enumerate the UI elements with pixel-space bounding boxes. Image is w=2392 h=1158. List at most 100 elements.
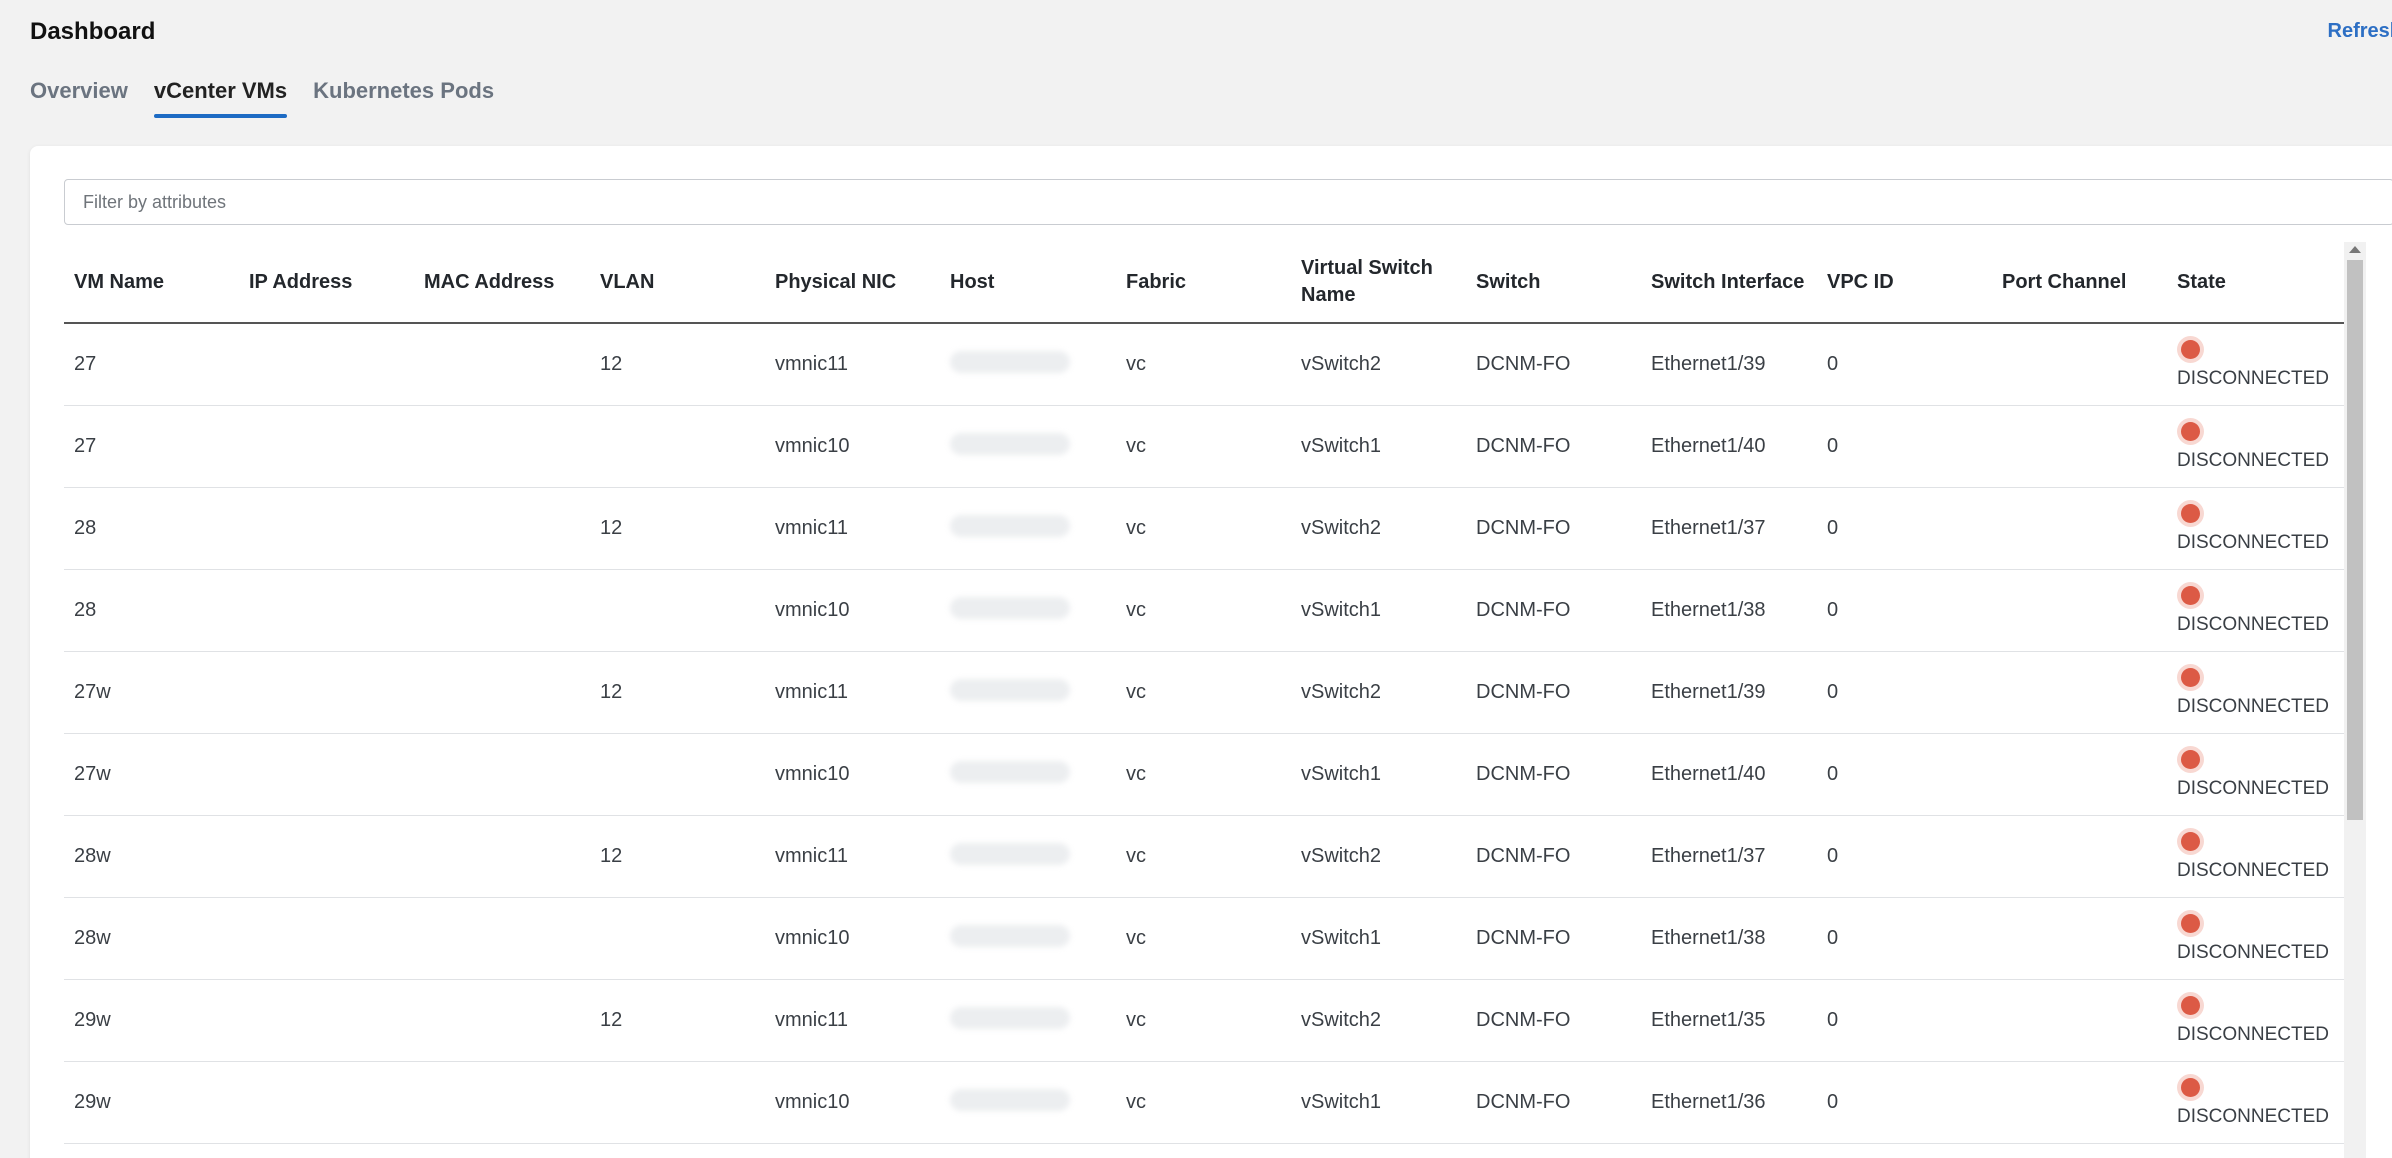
chevron-up-icon[interactable] — [2349, 246, 2361, 253]
fabric-cell: vc — [1116, 979, 1291, 1062]
column-header[interactable]: Fabric — [1116, 242, 1291, 324]
status-dot-icon — [2181, 339, 2200, 359]
switch-cell: DCNM-FO — [1466, 569, 1641, 652]
vlan-cell: 12 — [590, 979, 765, 1062]
column-header[interactable]: Switch — [1466, 242, 1641, 324]
virtual-switch-cell: vSwitch2 — [1291, 815, 1466, 898]
vpc-id-cell: 0 — [1817, 323, 1992, 406]
table-row[interactable]: 27w 12 vmnic11 vc vSwitch2 DCNM-FO Ethernet1/3… — [64, 651, 2344, 734]
port-channel-cell — [1992, 733, 2167, 816]
table-row[interactable]: 29w 12 vmnic11 vc vSwitch2 DCNM-FO Ethernet1/3… — [64, 979, 2344, 1062]
state-label: DISCONNECTED — [2177, 367, 2330, 389]
state-cell: DISCONNECTED — [2167, 487, 2344, 570]
virtual-switch-cell: vSwitch1 — [1291, 405, 1466, 488]
fabric-cell: vc — [1116, 897, 1291, 980]
table-row[interactable]: 27w vmnic10 vc vSwitch1 DCNM-FO Ethernet1/40 0… — [64, 733, 2344, 816]
fabric-cell: vc — [1116, 569, 1291, 652]
table-body: 27 12 vmnic11 vc vSwitch2 DCNM-FO Ethernet1/39… — [64, 323, 2344, 1144]
table-row[interactable]: 28 vmnic10 vc vSwitch1 DCNM-FO Ethernet1/38 0 D… — [64, 569, 2344, 652]
port-channel-cell — [1992, 1061, 2167, 1144]
table-row[interactable]: 27 12 vmnic11 vc vSwitch2 DCNM-FO Ethernet1/39… — [64, 323, 2344, 406]
fabric-cell: vc — [1116, 1061, 1291, 1144]
switch-interface-cell: Ethernet1/36 — [1641, 1061, 1817, 1144]
physical-nic-cell: vmnic10 — [765, 569, 940, 652]
mac-address-cell — [414, 815, 590, 898]
port-channel-cell — [1992, 651, 2167, 734]
state-label: DISCONNECTED — [2177, 777, 2330, 799]
status-dot-icon — [2181, 667, 2200, 687]
port-channel-cell — [1992, 897, 2167, 980]
content-card: VM NameIP AddressMAC AddressVLANPhysical… — [30, 146, 2392, 1158]
ip-address-cell — [239, 979, 414, 1062]
virtual-switch-cell: vSwitch2 — [1291, 487, 1466, 570]
redacted-host-value — [950, 1088, 1070, 1111]
status-dot-icon — [2181, 421, 2200, 441]
ip-address-cell — [239, 323, 414, 406]
virtual-switch-cell: vSwitch2 — [1291, 651, 1466, 734]
column-header[interactable]: IP Address — [239, 242, 414, 324]
tab-vcenter-vms[interactable]: vCenter VMs — [153, 74, 288, 118]
status-dot-icon — [2181, 831, 2200, 851]
ip-address-cell — [239, 569, 414, 652]
filter-input[interactable] — [64, 179, 2392, 225]
scrollbar-thumb[interactable] — [2347, 260, 2363, 820]
table-row[interactable]: 29w vmnic10 vc vSwitch1 DCNM-FO Ethernet1/36 0… — [64, 1061, 2344, 1144]
fabric-cell: vc — [1116, 487, 1291, 570]
port-channel-cell — [1992, 569, 2167, 652]
switch-interface-cell: Ethernet1/38 — [1641, 897, 1817, 980]
refresh-button[interactable]: Refresh — [2328, 20, 2392, 43]
table-row[interactable]: 28 12 vmnic11 vc vSwitch2 DCNM-FO Ethernet1/37… — [64, 487, 2344, 570]
column-header[interactable]: Host — [940, 242, 1116, 324]
table-row[interactable]: 28w 12 vmnic11 vc vSwitch2 DCNM-FO Ethernet1/3… — [64, 815, 2344, 898]
vpc-id-cell: 0 — [1817, 979, 1992, 1062]
column-header[interactable]: VPC ID — [1817, 242, 1992, 324]
state-label: DISCONNECTED — [2177, 1023, 2330, 1045]
column-header[interactable]: VM Name — [64, 242, 239, 324]
host-cell — [940, 487, 1116, 570]
physical-nic-cell: vmnic10 — [765, 405, 940, 488]
physical-nic-cell: vmnic11 — [765, 323, 940, 406]
host-cell — [940, 979, 1116, 1062]
physical-nic-cell: vmnic10 — [765, 897, 940, 980]
virtual-switch-cell: vSwitch1 — [1291, 733, 1466, 816]
physical-nic-cell: vmnic10 — [765, 1061, 940, 1144]
vpc-id-cell: 0 — [1817, 651, 1992, 734]
redacted-host-value — [950, 514, 1070, 537]
switch-cell: DCNM-FO — [1466, 651, 1641, 734]
tab-kubernetes-pods[interactable]: Kubernetes Pods — [313, 74, 494, 118]
column-header[interactable]: VLAN — [590, 242, 765, 324]
column-header[interactable]: Port Channel — [1992, 242, 2167, 324]
column-header[interactable]: State — [2167, 242, 2344, 324]
column-header[interactable]: Switch Interface — [1641, 242, 1817, 324]
status-dot-icon — [2181, 995, 2200, 1015]
switch-cell: DCNM-FO — [1466, 405, 1641, 488]
vlan-cell: 12 — [590, 323, 765, 406]
switch-interface-cell: Ethernet1/40 — [1641, 733, 1817, 816]
tab-overview[interactable]: Overview — [30, 74, 128, 118]
mac-address-cell — [414, 487, 590, 570]
switch-cell: DCNM-FO — [1466, 815, 1641, 898]
dashboard-page: Dashboard Refresh Overview vCenter VMs K… — [0, 0, 2392, 1158]
physical-nic-cell: vmnic11 — [765, 815, 940, 898]
mac-address-cell — [414, 733, 590, 816]
state-cell: DISCONNECTED — [2167, 815, 2344, 898]
state-label: DISCONNECTED — [2177, 1105, 2330, 1127]
redacted-host-value — [950, 350, 1070, 373]
column-header[interactable]: Physical NIC — [765, 242, 940, 324]
column-header[interactable]: Virtual Switch Name — [1291, 242, 1466, 324]
table-row[interactable]: 27 vmnic10 vc vSwitch1 DCNM-FO Ethernet1/40 0 D… — [64, 405, 2344, 488]
state-cell: DISCONNECTED — [2167, 897, 2344, 980]
table-scrollbar[interactable] — [2344, 242, 2366, 1158]
table-row[interactable]: 28w vmnic10 vc vSwitch1 DCNM-FO Ethernet1/38 0… — [64, 897, 2344, 980]
status-dot-icon — [2181, 1077, 2200, 1097]
vm-name-cell: 28w — [64, 897, 239, 980]
page-header: Dashboard Refresh — [30, 14, 2392, 54]
status-dot-icon — [2181, 503, 2200, 523]
column-header[interactable]: MAC Address — [414, 242, 590, 324]
vm-name-cell: 29w — [64, 979, 239, 1062]
switch-cell: DCNM-FO — [1466, 487, 1641, 570]
vm-name-cell: 27w — [64, 733, 239, 816]
vlan-cell — [590, 897, 765, 980]
ip-address-cell — [239, 733, 414, 816]
physical-nic-cell: vmnic11 — [765, 979, 940, 1062]
